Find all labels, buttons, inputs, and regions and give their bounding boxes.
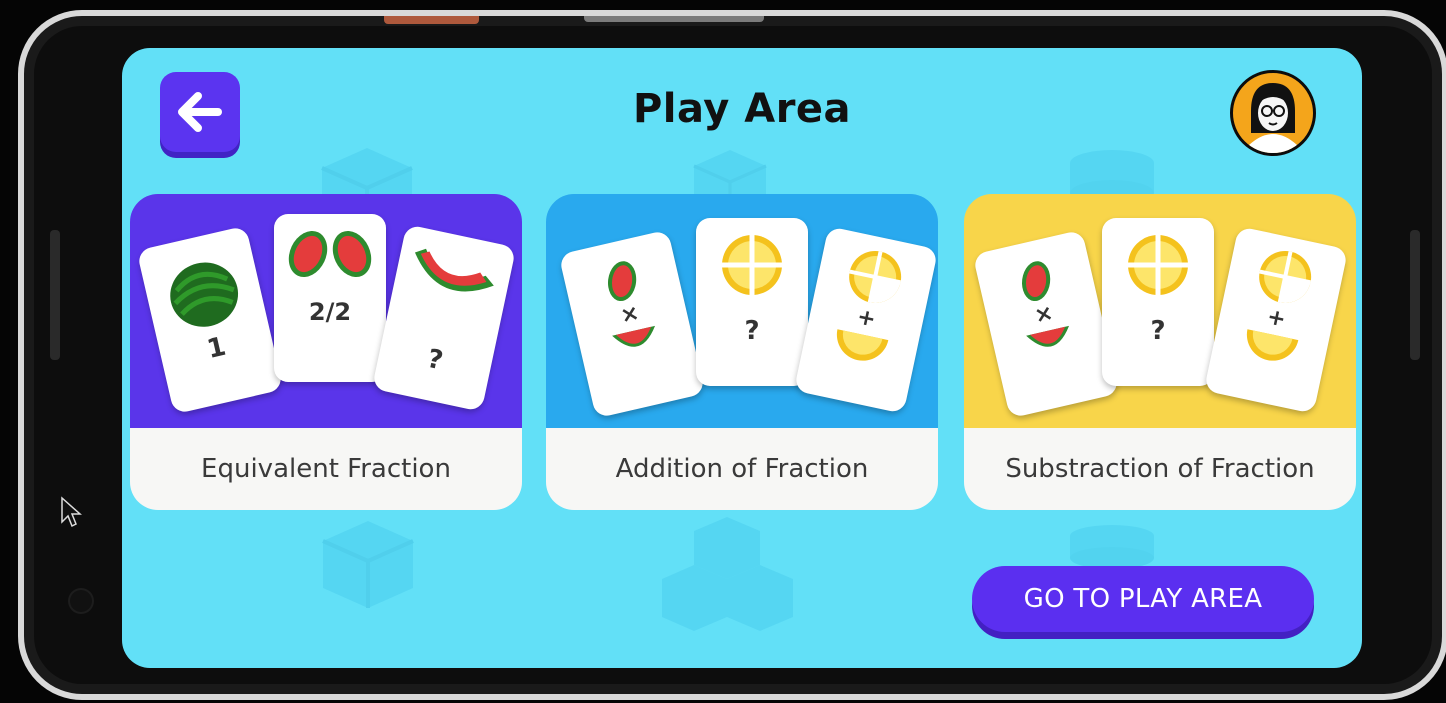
watermelon-slice-icon <box>607 261 637 302</box>
mini-card: + <box>1203 226 1349 414</box>
card-illustration: × ? + <box>964 194 1356 430</box>
mini-card-value: ? <box>424 343 446 377</box>
watermelon-wedge-icon <box>414 248 494 292</box>
cubes-stack-decoration-icon <box>662 517 793 631</box>
avatar[interactable] <box>1230 70 1316 156</box>
mini-card-value: + <box>854 304 878 333</box>
watermelon-icon <box>170 262 239 327</box>
orange-slice-icon <box>722 235 782 295</box>
phone-side-button <box>50 230 60 360</box>
mini-card: ? <box>1102 218 1214 386</box>
card-label: Addition of Fraction <box>546 428 938 510</box>
user-avatar-icon <box>1249 83 1297 153</box>
watermelon-wedge-icon <box>612 325 656 347</box>
phone-side-button <box>1410 230 1420 360</box>
orange-wedge-icon <box>1246 329 1299 361</box>
mini-card-value: + <box>1264 304 1288 333</box>
watermelon-slice-icon <box>1021 261 1051 302</box>
mini-card-value: ? <box>1150 316 1166 346</box>
card-label: Equivalent Fraction <box>130 428 522 510</box>
page-title: Play Area <box>632 86 852 132</box>
orange-slice-icon <box>849 250 902 303</box>
orange-slice-icon <box>1259 250 1312 303</box>
mini-card-value: 1 <box>204 331 229 365</box>
watermelon-slice-icon <box>288 230 372 278</box>
addition-fraction-card[interactable]: × ? + Addition of Fraction <box>546 194 938 510</box>
mini-card: × <box>972 229 1120 419</box>
mini-card: + <box>793 226 938 414</box>
phone-camera <box>70 590 92 612</box>
orange-slice-icon <box>1128 235 1188 295</box>
card-illustration: × ? + <box>546 194 938 430</box>
phone-top-speaker <box>584 16 764 22</box>
mini-card: ? <box>371 224 517 412</box>
subtraction-fraction-card[interactable]: × ? + Substraction of Fraction <box>964 194 1356 510</box>
mini-card: ? <box>696 218 808 386</box>
go-to-play-area-button[interactable]: GO TO PLAY AREA <box>972 566 1314 632</box>
watermelon-wedge-icon <box>1026 325 1070 347</box>
mini-card-value: 2/2 <box>308 298 352 326</box>
mini-card-value: ? <box>744 316 760 346</box>
orange-wedge-icon <box>836 329 889 361</box>
equivalent-fraction-card[interactable]: 1 2/2 ? Equivalent Fraction <box>130 194 522 510</box>
mini-card: × <box>558 229 706 419</box>
card-illustration: 1 2/2 ? <box>130 194 522 430</box>
phone-top-accent <box>384 16 479 24</box>
cube-decoration-icon <box>322 521 414 608</box>
mini-card: 2/2 <box>274 214 386 382</box>
card-label: Substraction of Fraction <box>964 428 1356 510</box>
game-screen: Play Area 1 2/2 ? Equivalent Fraction × … <box>122 48 1362 668</box>
mini-card: 1 <box>136 225 284 415</box>
